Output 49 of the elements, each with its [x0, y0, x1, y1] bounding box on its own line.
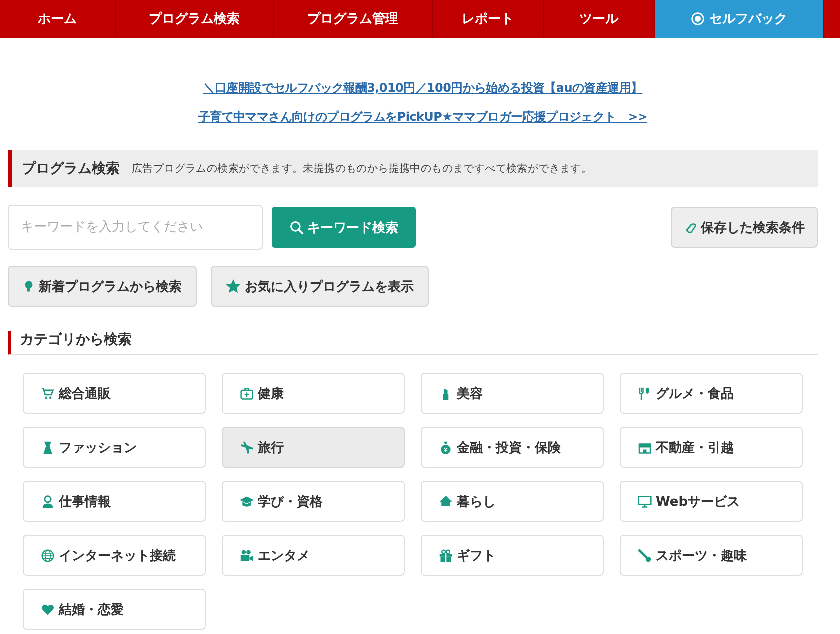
fork-knife-icon — [638, 386, 652, 400]
section-title: プログラム検索 — [22, 160, 120, 178]
first-aid-kit-icon — [240, 386, 254, 400]
category-button[interactable]: 健康 — [222, 373, 405, 414]
category-button[interactable]: 総合通販 — [23, 373, 206, 414]
nav-tab[interactable]: レポート — [433, 0, 544, 38]
category-title: カテゴリから検索 — [20, 332, 132, 348]
dress-icon — [41, 440, 55, 454]
category-button[interactable]: ファッション — [23, 427, 206, 468]
category-button[interactable]: 暮らし — [421, 481, 604, 522]
category-button[interactable]: スポーツ・趣味 — [620, 535, 803, 576]
saved-search-button[interactable]: 保存した検索条件 — [671, 207, 818, 248]
category-button[interactable]: ギフト — [421, 535, 604, 576]
star-icon — [226, 279, 241, 294]
promo-link[interactable]: 子育て中ママさん向けのプログラムをPickUP★ママブロガー応援プロジェクト >> — [198, 109, 648, 126]
category-button[interactable]: 学び・資格 — [222, 481, 405, 522]
category-button[interactable]: 金融・投資・保険 — [421, 427, 604, 468]
category-button[interactable]: Webサービス — [620, 481, 803, 522]
category-button[interactable]: 結婚・恋愛 — [23, 589, 206, 630]
money-bag-icon — [439, 440, 453, 454]
section-description: 広告プログラムの検索ができます。未提携のものから提携中のものまですべて検索ができます。 — [132, 162, 592, 176]
keyword-search-button[interactable]: キーワード検索 — [272, 207, 416, 248]
category-button[interactable]: 美容 — [421, 373, 604, 414]
category-button[interactable]: 旅行 — [222, 427, 405, 468]
nav-tab[interactable]: プログラム検索 — [116, 0, 274, 38]
quick-search-button[interactable]: 新着プログラムから検索 — [8, 266, 197, 307]
category-button[interactable]: エンタメ — [222, 535, 405, 576]
globe-icon — [41, 548, 55, 562]
category-button[interactable]: 仕事情報 — [23, 481, 206, 522]
category-button[interactable]: 不動産・引越 — [620, 427, 803, 468]
cart-icon — [41, 386, 55, 400]
storefront-icon — [638, 440, 652, 454]
video-camera-icon — [240, 548, 254, 562]
search-icon — [290, 220, 304, 234]
category-button[interactable]: インターネット接続 — [23, 535, 206, 576]
keyword-field[interactable]: キーワードを入力してください — [8, 205, 263, 250]
heart-icon — [41, 602, 55, 616]
quick-search-button[interactable]: お気に入りプログラムを表示 — [211, 266, 429, 307]
monitor-icon — [638, 494, 652, 508]
nav-tab[interactable]: ホーム — [0, 0, 116, 38]
lightbulb-icon — [23, 279, 35, 294]
house-icon — [439, 494, 453, 508]
graduation-cap-icon — [240, 494, 254, 508]
gift-icon — [439, 548, 453, 562]
nav-tab[interactable]: プログラム管理 — [274, 0, 433, 38]
person-icon — [41, 494, 55, 508]
airplane-icon — [240, 440, 254, 454]
category-button[interactable]: グルメ・食品 — [620, 373, 803, 414]
promo-link[interactable]: ＼口座開設でセルフバック報酬3,010円／100円から始める投資【auの資産運用】 — [203, 80, 643, 97]
